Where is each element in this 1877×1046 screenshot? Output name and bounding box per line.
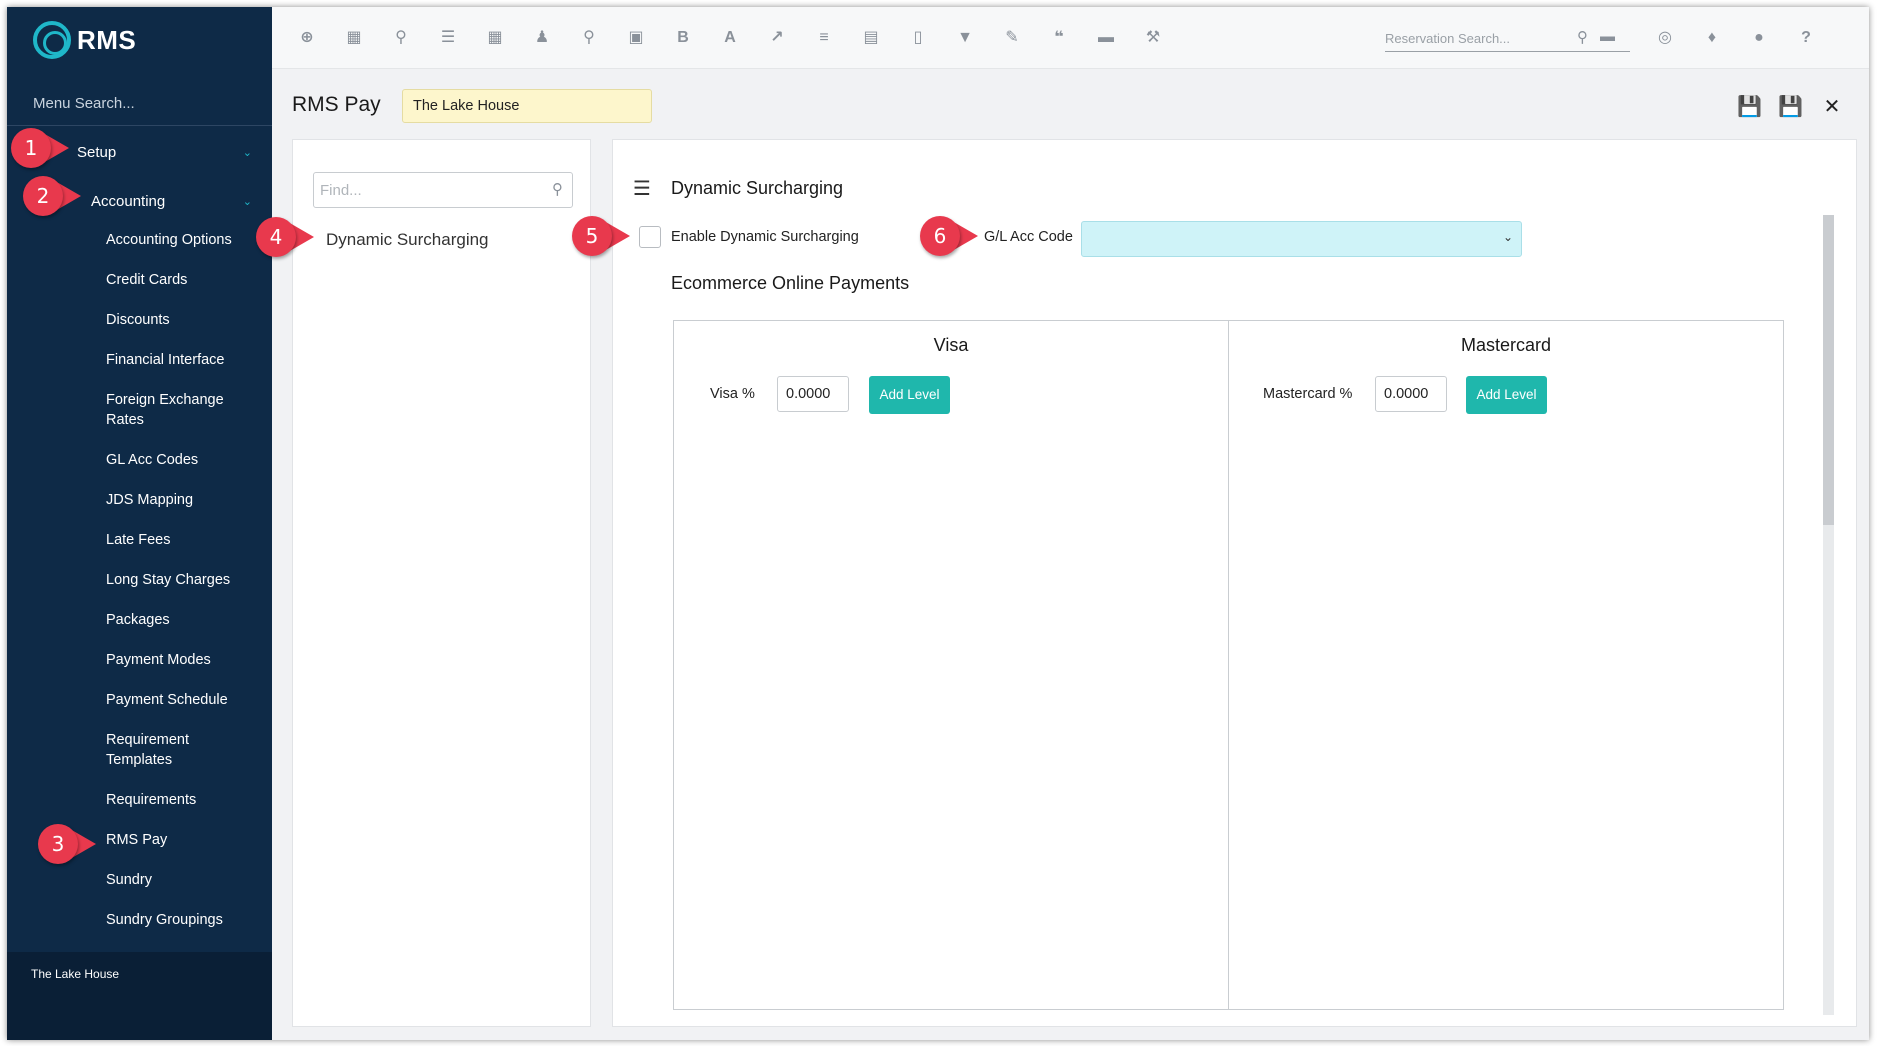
grid-icon[interactable]: ▦ — [484, 27, 506, 49]
visa-title: Visa — [933, 335, 969, 355]
menu-search-input[interactable]: Menu Search... — [33, 95, 135, 112]
sidebar-item-payment-schedule[interactable]: Payment Schedule — [106, 690, 266, 710]
sidebar-item-foreign-exchange-rates[interactable]: Foreign Exchange Rates — [106, 390, 236, 430]
card-surcharge-table: Visa Visa % 0.0000 Add Level Mastercard … — [673, 320, 1784, 1010]
find-input[interactable] — [314, 173, 539, 207]
chart-line-icon[interactable]: ↗ — [766, 27, 788, 49]
divider — [7, 125, 272, 126]
document-icon[interactable]: ▯ — [907, 27, 929, 49]
guests-icon[interactable]: ♟ — [531, 27, 553, 49]
sidebar-footer: The Lake House — [7, 952, 272, 1040]
map-icon[interactable]: ▣ — [625, 27, 647, 49]
map-pin-icon[interactable]: ⚲ — [578, 27, 600, 49]
globe-icon[interactable]: ◎ — [1654, 27, 1676, 49]
footer-property-name: The Lake House — [31, 967, 120, 981]
callout-marker-4: 4 — [256, 217, 318, 257]
sliders-icon[interactable]: ☰ — [437, 27, 459, 49]
tag-edit-icon[interactable]: ✎ — [1001, 27, 1023, 49]
top-toolbar: ⊕ ▦ ⚲ ☰ ▦ ♟ ⚲ ▣ B A ↗ ≡ ▤ ▯ ▼ ✎ ❝ ▬ ⚒ ⚲ … — [272, 7, 1869, 69]
font-icon[interactable]: A — [719, 27, 741, 49]
chat-icon[interactable]: ● — [1748, 27, 1770, 49]
ecommerce-title: Ecommerce Online Payments — [671, 273, 910, 293]
main-panel: ☰ Dynamic Surcharging Enable Dynamic Sur… — [612, 139, 1857, 1027]
save-icon[interactable]: 💾 — [1737, 95, 1762, 119]
sidebar-item-requirement-templates[interactable]: Requirement Templates — [106, 730, 216, 770]
sidebar-item-gl-acc-codes[interactable]: GL Acc Codes — [106, 450, 266, 470]
reservation-search-input[interactable] — [1385, 25, 1575, 51]
checklist-icon[interactable]: ≡ — [813, 27, 835, 49]
visa-pct-label: Visa % — [710, 386, 755, 402]
bold-icon[interactable]: B — [672, 27, 694, 49]
hamburger-menu-icon[interactable]: ☰ — [633, 176, 651, 201]
list-item-dynamic-surcharging[interactable]: Dynamic Surcharging — [326, 230, 489, 250]
cart-icon[interactable]: ▼ — [954, 27, 976, 49]
search-icon[interactable]: ⚲ — [1577, 28, 1588, 46]
quote-icon[interactable]: ❝ — [1048, 27, 1070, 49]
calendar-icon[interactable]: ▦ — [343, 27, 365, 49]
sidebar-item-late-fees[interactable]: Late Fees — [106, 530, 266, 550]
page-title: RMS Pay — [292, 93, 381, 116]
mastercard-pct-label: Mastercard % — [1263, 386, 1353, 402]
sidebar-item-jds-mapping[interactable]: JDS Mapping — [106, 490, 266, 510]
left-panel: ⚲ Dynamic Surcharging — [292, 139, 591, 1027]
help-icon[interactable]: ? — [1795, 27, 1817, 49]
callout-marker-6: 6 — [920, 216, 982, 256]
mastercard-pct-input[interactable]: 0.0000 — [1375, 376, 1447, 412]
callout-marker-2: 2 — [23, 176, 85, 216]
search-icon[interactable]: ⚲ — [390, 27, 412, 49]
gl-acc-code-label: G/L Acc Code — [984, 229, 1073, 245]
save-close-icon[interactable]: 💾 — [1778, 95, 1803, 119]
logo-icon — [33, 21, 71, 59]
id-card-icon[interactable]: ▤ — [860, 27, 882, 49]
sidebar-item-requirements[interactable]: Requirements — [106, 790, 266, 810]
reservation-search: ⚲ ▬ — [1385, 25, 1630, 52]
bell-icon[interactable]: ♦ — [1701, 27, 1723, 49]
logo-text: RMS — [77, 24, 137, 55]
visa-pct-input[interactable]: 0.0000 — [777, 376, 849, 412]
gl-acc-code-select[interactable]: ⌄ — [1081, 221, 1522, 257]
sidebar-item-financial-interface[interactable]: Financial Interface — [106, 350, 266, 370]
add-circle-icon[interactable]: ⊕ — [296, 27, 318, 49]
sidebar-item-payment-modes[interactable]: Payment Modes — [106, 650, 266, 670]
mastercard-title: Mastercard — [1460, 335, 1552, 355]
find-box: ⚲ — [313, 172, 573, 208]
close-icon[interactable]: ✕ — [1820, 95, 1844, 119]
callout-marker-3: 3 — [38, 824, 100, 864]
property-field[interactable]: The Lake House — [402, 89, 652, 123]
search-icon[interactable]: ⚲ — [552, 180, 563, 198]
scrollbar-thumb[interactable] — [1823, 215, 1834, 525]
mastercard-column: Mastercard Mastercard % 0.0000 Add Level — [1229, 321, 1783, 1009]
enable-dynamic-surcharging-checkbox[interactable] — [639, 226, 661, 248]
hammer-icon[interactable]: ⚒ — [1142, 27, 1164, 49]
sidebar-item-rms-pay[interactable]: RMS Pay — [106, 830, 266, 850]
chevron-down-icon: ⌄ — [1502, 230, 1513, 244]
section-title: Dynamic Surcharging — [671, 178, 844, 198]
callout-marker-1: 1 — [11, 128, 73, 168]
enable-dynamic-surcharging-label: Enable Dynamic Surcharging — [671, 229, 859, 245]
rms-logo[interactable]: RMS — [33, 21, 136, 59]
chevron-down-icon: ⌄ — [242, 195, 252, 208]
sidebar-item-credit-cards[interactable]: Credit Cards — [106, 270, 266, 290]
sidebar-item-label: Accounting — [91, 192, 166, 210]
sidebar-item-sundry-groupings[interactable]: Sundry Groupings — [106, 910, 266, 930]
app-window: RMS Menu Search... Setup ⌄ Accounting ⌄ … — [7, 7, 1869, 1040]
sidebar-item-discounts[interactable]: Discounts — [106, 310, 266, 330]
sidebar-item-long-stay-charges[interactable]: Long Stay Charges — [106, 570, 266, 590]
visa-column: Visa Visa % 0.0000 Add Level — [674, 321, 1229, 1009]
sidebar-item-label: Setup — [77, 143, 117, 161]
callout-marker-5: 5 — [572, 216, 634, 256]
sidebar-item-accounting-options[interactable]: Accounting Options — [106, 230, 266, 250]
chevron-down-icon: ⌄ — [242, 146, 252, 159]
mastercard-add-level-button[interactable]: Add Level — [1466, 376, 1547, 414]
visa-add-level-button[interactable]: Add Level — [869, 376, 950, 414]
scrollbar[interactable] — [1823, 215, 1834, 1015]
sidebar-item-packages[interactable]: Packages — [106, 610, 266, 630]
bed-icon[interactable]: ▬ — [1095, 27, 1117, 49]
bed-icon[interactable]: ▬ — [1600, 28, 1615, 45]
sidebar-item-sundry[interactable]: Sundry — [106, 870, 266, 890]
